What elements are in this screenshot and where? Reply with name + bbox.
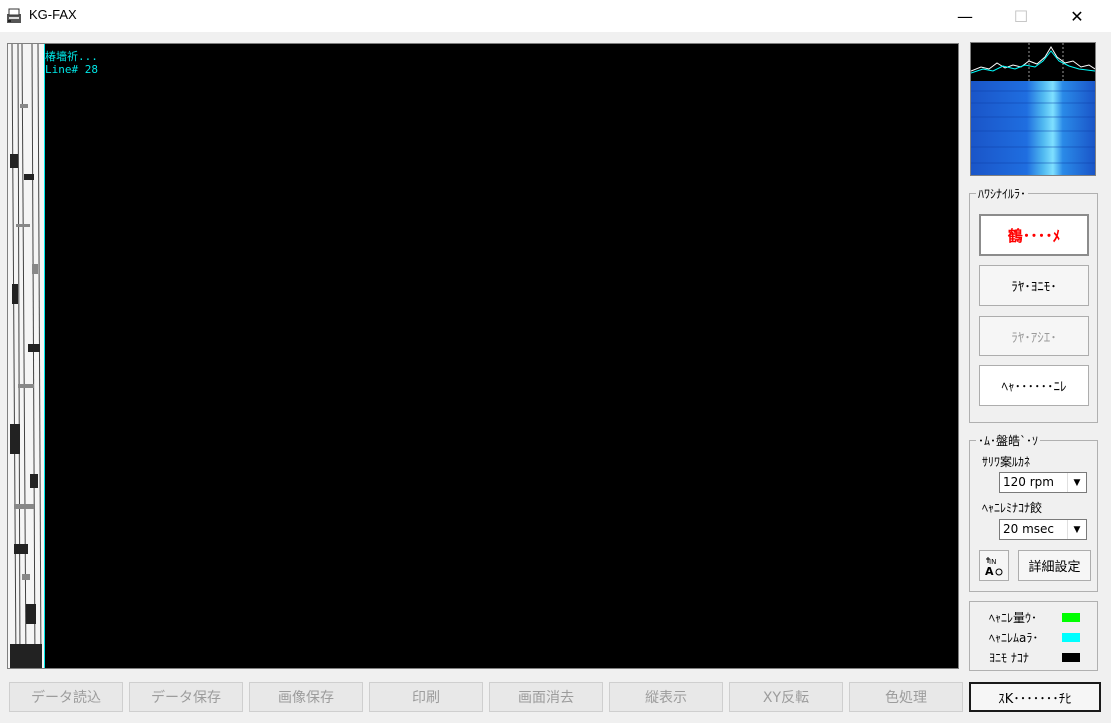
legend-label-2: ﾍｬﾆﾚﾑaﾗ･ [989, 631, 1039, 645]
clear-screen-button[interactable]: 画面消去 [489, 682, 603, 712]
minimize-button[interactable]: — [942, 0, 988, 32]
status-line-1: 椿墻祈... [45, 50, 98, 63]
receive-pause-button[interactable]: ﾗﾔ･ｱｼｴ･ [979, 316, 1089, 356]
stop-button[interactable]: 鶴････ﾒ [979, 214, 1089, 256]
status-line-number: Line# 28 [45, 63, 98, 76]
legend-swatch-green [1062, 613, 1080, 622]
delay-label: ﾍｬﾆﾚﾐﾅｺﾅ餃 [982, 501, 1043, 515]
chevron-down-icon[interactable]: ▼ [1067, 473, 1086, 492]
scan-position-line [44, 44, 45, 668]
close-button[interactable]: ✕ [1054, 0, 1100, 32]
exit-button[interactable]: ｽK･･･････ﾁﾋ [969, 682, 1101, 712]
spectrum-waterfall [970, 42, 1096, 176]
save-data-button[interactable]: データ保存 [129, 682, 243, 712]
waterfall-graphic [971, 43, 1095, 175]
color-process-button[interactable]: 色処理 [849, 682, 963, 712]
text-format-icon: IN A [985, 556, 1003, 577]
speed-value: 120 rpm [1003, 475, 1054, 489]
title-bar: KG-FAX — ☐ ✕ [0, 0, 1111, 32]
legend-swatch-cyan [1062, 633, 1080, 642]
save-image-button[interactable]: 画像保存 [249, 682, 363, 712]
status-text: 椿墻祈... Line# 28 [45, 50, 98, 76]
legend-swatch-black [1062, 653, 1080, 662]
window-title: KG-FAX [29, 7, 77, 22]
speed-select[interactable]: 120 rpm ▼ [999, 472, 1087, 493]
xy-flip-button[interactable]: XY反転 [729, 682, 843, 712]
delay-select[interactable]: 20 msec ▼ [999, 519, 1087, 540]
print-button[interactable]: 印刷 [369, 682, 483, 712]
vertical-view-button[interactable]: 縦表示 [609, 682, 723, 712]
legend-label-1: ﾍｬﾆﾚ量ｳ･ [989, 611, 1038, 625]
speed-label: ｻﾘﾜ案ﾙｶﾈ [982, 455, 1031, 469]
svg-text:A: A [985, 565, 994, 577]
receive-group-label: ﾊﾜｼﾅｲﾙﾗ･ [976, 185, 1029, 202]
maximize-button[interactable]: ☐ [998, 0, 1044, 32]
fax-display: 椿墻祈... Line# 28 [7, 43, 959, 669]
receive-start-button[interactable]: ﾗﾔ･ﾖﾆﾓ･ [979, 265, 1089, 306]
settings-group-label: ･ﾑ･盤皓`･ｿ [976, 432, 1041, 449]
manual-receive-button[interactable]: ﾍｬ･･････ﾆﾚ [979, 365, 1089, 406]
legend-label-3: ﾖﾆﾓ ﾅｺﾅ [989, 651, 1029, 665]
delay-value: 20 msec [1003, 522, 1055, 536]
received-fax-preview-strip [8, 44, 44, 668]
chevron-down-icon[interactable]: ▼ [1067, 520, 1086, 539]
format-tool-button[interactable]: IN A [979, 550, 1009, 581]
load-data-button[interactable]: データ読込 [9, 682, 123, 712]
detail-settings-button[interactable]: 詳細設定 [1018, 550, 1091, 581]
fax-app-icon [7, 8, 21, 23]
